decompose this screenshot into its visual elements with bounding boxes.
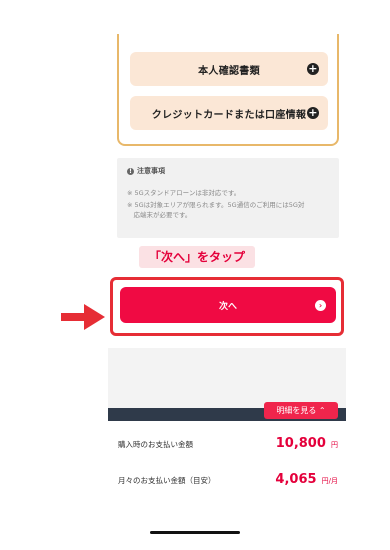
pointer-arrow-icon (61, 304, 105, 330)
next-button-label: 次へ (218, 301, 237, 312)
document-card: 本人確認書類 + クレジットカードまたは口座情報 + (117, 34, 339, 146)
info-icon: ! (127, 167, 134, 175)
notice-item: 応端末が必要です。 (127, 211, 192, 219)
tap-instruction-label: 「次へ」をタップ (139, 246, 255, 268)
purchase-price: 10,800 円 (276, 432, 338, 451)
chevron-right-icon: › (315, 300, 326, 311)
id-document-button[interactable]: 本人確認書類 + (130, 52, 328, 86)
plus-circle-icon: + (307, 62, 319, 75)
purchase-price-value: 10,800 (275, 436, 326, 451)
notice-box: ! 注意事項 ※ 5Gスタンドアローンは非対応です。 ※ 5Gは対象エリアが限ら… (117, 158, 339, 238)
purchase-price-unit: 円 (331, 441, 338, 449)
next-button[interactable]: 次へ › (120, 287, 336, 323)
plus-circle-icon: + (307, 106, 319, 119)
purchase-price-label: 購入時のお支払い金額 (118, 440, 193, 449)
monthly-price: 4,065 円/月 (275, 468, 338, 487)
payment-info-label: クレジットカードまたは口座情報 (151, 109, 307, 121)
id-document-label: 本人確認書類 (198, 65, 260, 77)
monthly-price-label: 月々のお支払い金額（目安） (118, 476, 216, 485)
monthly-price-value: 4,065 (275, 472, 317, 487)
notice-list: ※ 5Gスタンドアローンは非対応です。 ※ 5Gは対象エリアが限られます。5G通… (127, 188, 329, 220)
home-indicator (150, 531, 240, 534)
notice-title: 注意事項 (137, 167, 165, 175)
grey-section (108, 348, 346, 408)
notice-item: ※ 5Gスタンドアローンは非対応です。 (127, 189, 241, 197)
monthly-price-row: 月々のお支払い金額（目安） 4,065 円/月 (118, 468, 338, 487)
view-details-button[interactable]: 明細を見る ⌃ (264, 402, 338, 419)
purchase-price-row: 購入時のお支払い金額 10,800 円 (118, 432, 338, 451)
monthly-price-unit: 円/月 (321, 477, 338, 485)
notice-item: ※ 5Gは対象エリアが限られます。5G通信のご利用には5G対 (127, 201, 305, 209)
notice-header: ! 注意事項 (127, 166, 329, 176)
payment-info-button[interactable]: クレジットカードまたは口座情報 + (130, 96, 328, 130)
